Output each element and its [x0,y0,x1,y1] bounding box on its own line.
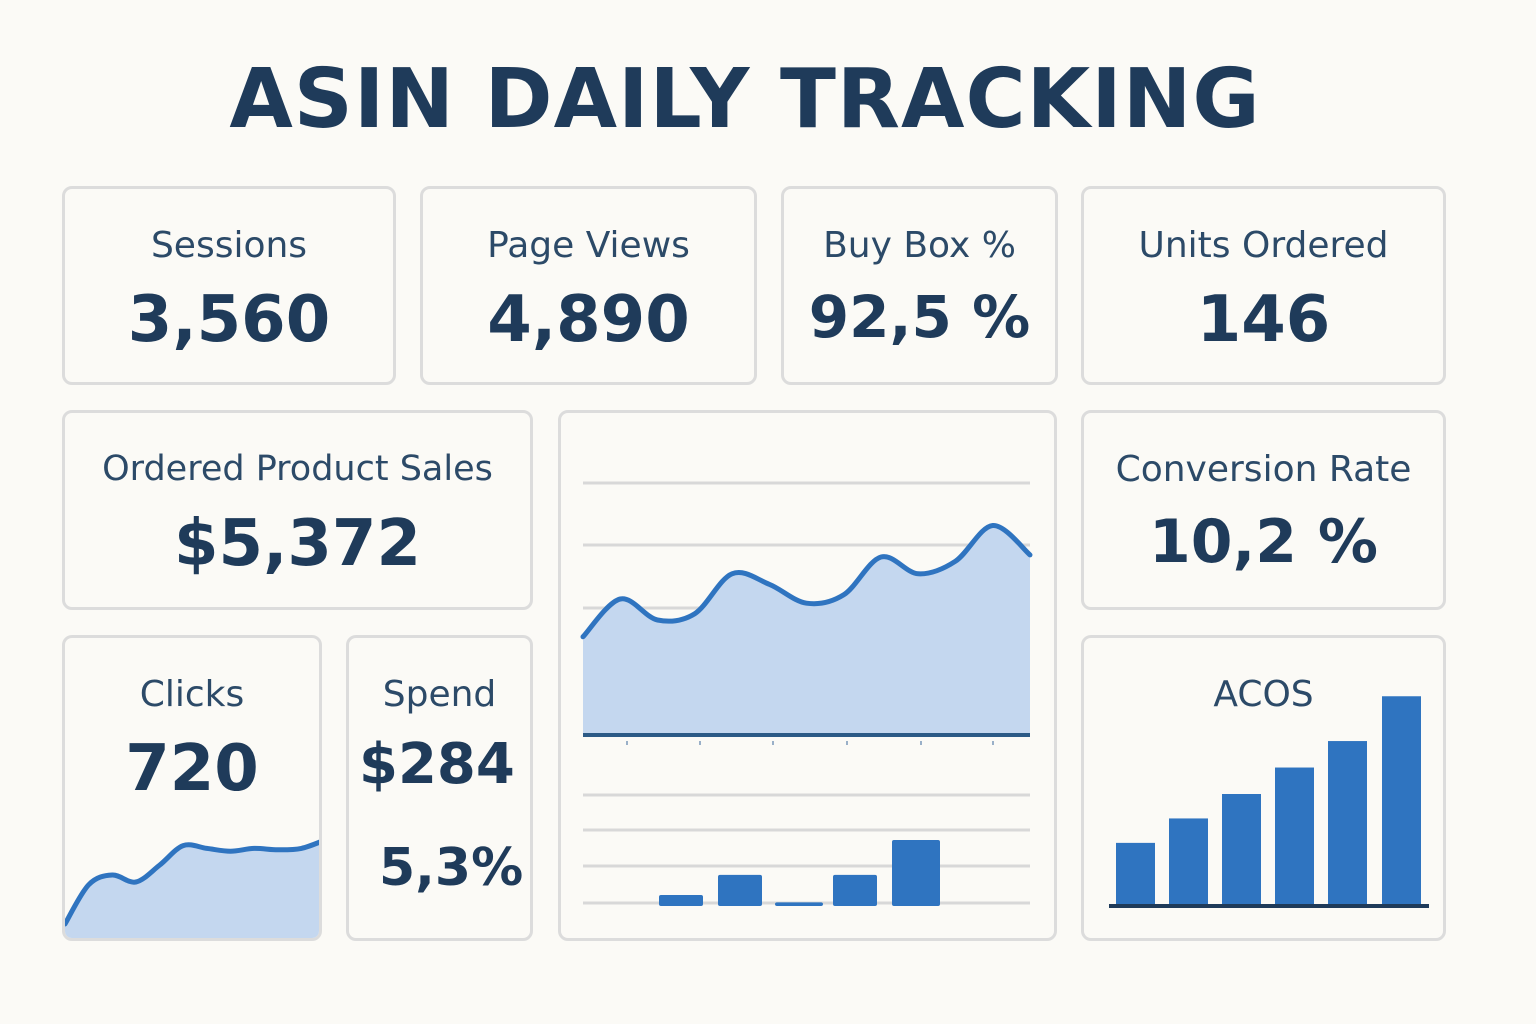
trend-bar-1 [718,874,762,906]
acos-bar-1 [1169,818,1208,906]
page-title: ASIN DAILY TRACKING [229,52,1261,147]
buy-box-card[interactable]: Buy Box % 92,5 % [781,186,1058,385]
trend-bar-0 [659,895,703,906]
acos-bar-2 [1222,794,1261,906]
sessions-card[interactable]: Sessions 3,560 [62,186,396,385]
conversion-rate-card[interactable]: Conversion Rate 10,2 % [1081,410,1446,610]
buy-box-label: Buy Box % [823,225,1016,266]
conversion-rate-value: 10,2 % [1148,507,1379,577]
page-views-value: 4,890 [487,283,690,357]
units-ordered-label: Units Ordered [1138,225,1389,266]
buy-box-value: 92,5 % [808,283,1031,351]
ordered-product-sales-value: $5,372 [174,507,421,581]
trend-bar-4 [892,840,940,906]
spend-value: $284 [359,732,515,797]
units-ordered-card[interactable]: Units Ordered 146 [1081,186,1446,385]
acos-card[interactable]: ACOS [1081,635,1446,941]
page-views-card[interactable]: Page Views 4,890 [420,186,757,385]
trend-chart-card[interactable] [558,410,1057,941]
trend-chart [580,481,1033,906]
units-ordered-value: 146 [1196,283,1331,357]
clicks-sparkline [65,839,319,938]
acos-chart [1109,696,1429,908]
conversion-rate-label: Conversion Rate [1115,449,1412,490]
ordered-product-sales-card[interactable]: Ordered Product Sales $5,372 [62,410,533,610]
sessions-value: 3,560 [127,283,331,357]
clicks-card[interactable]: Clicks 720 [62,635,322,941]
acos-bar-4 [1328,741,1367,906]
acos-bar-3 [1275,767,1314,906]
clicks-sparkline-area [65,842,319,938]
spend-label: Spend [382,674,497,715]
spend-card[interactable]: Spend $284 5,3% [346,635,533,941]
sessions-label: Sessions [150,225,308,266]
page-views-label: Page Views [487,225,690,266]
acos-bar-5 [1382,696,1421,906]
spend-secondary-value: 5,3% [379,838,524,898]
trend-bar-3 [833,874,877,906]
ordered-product-sales-label: Ordered Product Sales [102,449,493,489]
trend-bar-2 [775,902,823,906]
acos-bar-0 [1116,842,1155,906]
